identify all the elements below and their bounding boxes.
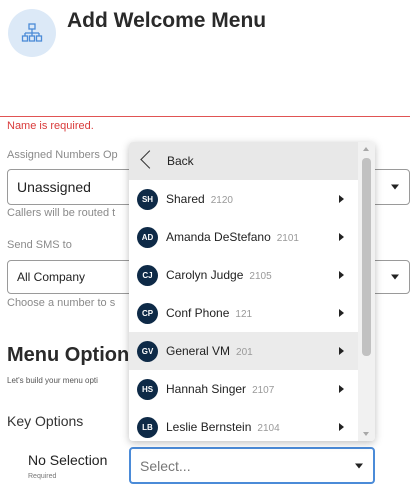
assigned-numbers-value: Unassigned [17, 179, 91, 195]
chevron-down-icon [355, 463, 363, 468]
dropdown-scrollbar[interactable] [358, 142, 375, 441]
avatar: SH [137, 189, 158, 210]
menu-options-title: Menu Option [7, 344, 130, 366]
name-input-underline[interactable] [0, 116, 410, 117]
no-selection-label: No Selection [28, 452, 108, 468]
select-placeholder: Select... [140, 457, 191, 474]
assigned-numbers-label: Assigned Numbers Op [7, 149, 118, 161]
chevron-down-icon [391, 274, 399, 280]
chevron-right-icon [339, 195, 344, 203]
scrollbar-thumb[interactable] [362, 158, 371, 356]
avatar: HS [137, 379, 158, 400]
required-label: Required [28, 473, 57, 480]
item-extension: 2105 [249, 271, 272, 282]
item-name: Shared 2120 [166, 192, 233, 206]
item-extension: 201 [236, 347, 253, 358]
scroll-up-icon[interactable] [363, 147, 369, 151]
dropdown-list: Back SH Shared 2120 AD Amanda DeStefano 21… [129, 142, 358, 441]
send-sms-value: All Company [17, 270, 86, 284]
item-extension: 2107 [252, 385, 275, 396]
back-label: Back [167, 154, 194, 168]
page-title: Add Welcome Menu [67, 9, 267, 32]
avatar: AD [137, 227, 158, 248]
scroll-down-icon[interactable] [363, 432, 369, 436]
key-options-label: Key Options [7, 413, 84, 429]
name-error-text: Name is required. [7, 120, 94, 132]
org-chart-icon [8, 9, 56, 57]
chevron-left-icon [140, 150, 159, 169]
avatar: GV [137, 341, 158, 362]
item-extension: 2104 [257, 423, 280, 434]
item-name: Leslie Bernstein 2104 [166, 420, 280, 434]
destination-dropdown: Back SH Shared 2120 AD Amanda DeStefano 21… [129, 142, 375, 441]
item-extension: 121 [235, 309, 253, 320]
item-name: Hannah Singer 2107 [166, 382, 275, 396]
dropdown-item-hannah-singer[interactable]: HS Hannah Singer 2107 [129, 370, 358, 408]
item-extension: 2120 [210, 195, 233, 206]
chevron-right-icon [339, 347, 344, 355]
dropdown-item-conf-phone[interactable]: CP Conf Phone 121 [129, 294, 358, 332]
send-sms-label: Send SMS to [7, 239, 72, 251]
chevron-down-icon [391, 184, 399, 190]
menu-options-subtitle: Let's build your menu opti [7, 376, 98, 385]
key-option-select[interactable]: Select... [129, 447, 375, 484]
dropdown-item-shared[interactable]: SH Shared 2120 [129, 180, 358, 218]
avatar: CJ [137, 265, 158, 286]
chevron-right-icon [339, 233, 344, 241]
dropdown-item-leslie-bernstein[interactable]: LB Leslie Bernstein 2104 [129, 408, 358, 441]
chevron-right-icon [339, 423, 344, 431]
chevron-right-icon [339, 309, 344, 317]
avatar: LB [137, 417, 158, 438]
dropdown-item-amanda-destefano[interactable]: AD Amanda DeStefano 2101 [129, 218, 358, 256]
dropdown-item-general-vm[interactable]: GV General VM 201 [129, 332, 358, 370]
item-name: Amanda DeStefano 2101 [166, 230, 299, 244]
assigned-numbers-helper: Callers will be routed t [7, 207, 116, 219]
item-name: General VM 201 [166, 344, 253, 358]
page-header [8, 9, 56, 57]
chevron-right-icon [339, 385, 344, 393]
item-name: Carolyn Judge 2105 [166, 268, 272, 282]
send-sms-helper: Choose a number to s [7, 297, 116, 309]
dropdown-item-carolyn-judge[interactable]: CJ Carolyn Judge 2105 [129, 256, 358, 294]
item-extension: 2101 [276, 233, 299, 244]
back-button[interactable]: Back [129, 142, 358, 180]
avatar: CP [137, 303, 158, 324]
item-name: Conf Phone 121 [166, 306, 253, 320]
chevron-right-icon [339, 271, 344, 279]
